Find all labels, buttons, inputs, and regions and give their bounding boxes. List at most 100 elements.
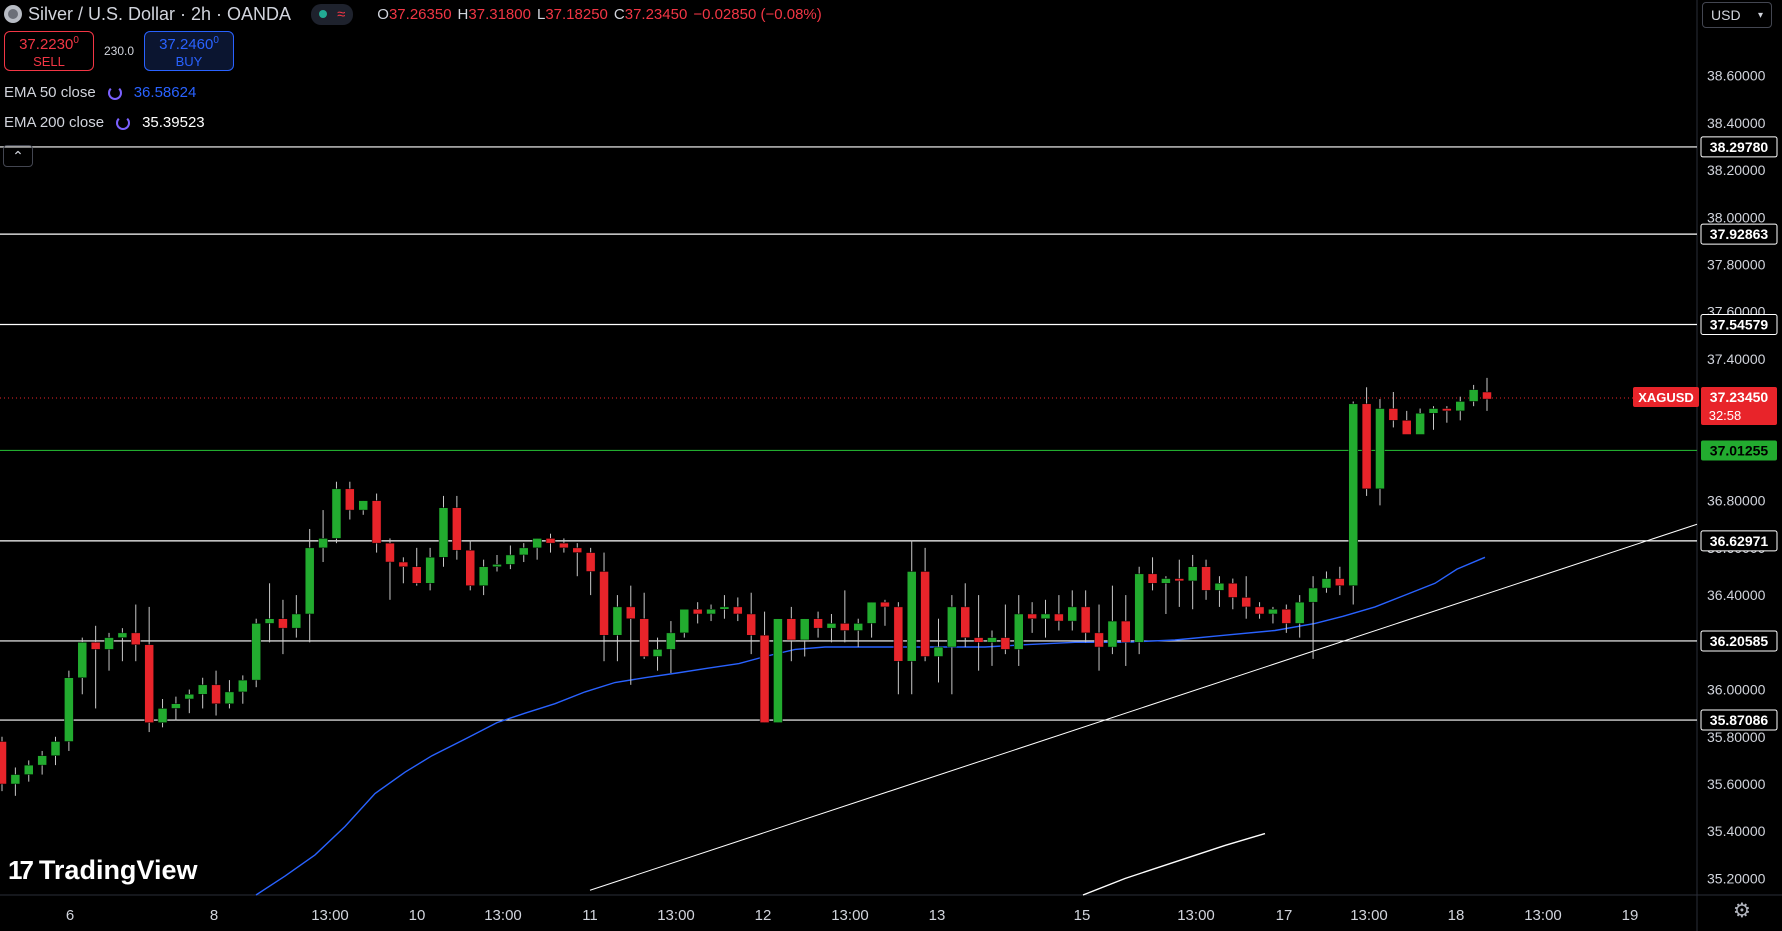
- candle-body[interactable]: [585, 552, 596, 572]
- currency-selector[interactable]: USD ▾: [1702, 2, 1772, 28]
- candle-body[interactable]: [37, 755, 47, 766]
- candle-body[interactable]: [1134, 573, 1144, 643]
- candle-body[interactable]: [1361, 403, 1372, 490]
- tradingview-logo[interactable]: 17 TradingView: [8, 855, 197, 886]
- candle-body[interactable]: [264, 618, 275, 624]
- candle-body[interactable]: [532, 538, 542, 549]
- candle-body[interactable]: [1027, 613, 1037, 619]
- candle-body[interactable]: [171, 703, 181, 709]
- candle-body[interactable]: [1348, 403, 1358, 586]
- candle-body[interactable]: [1147, 573, 1158, 584]
- candle-body[interactable]: [666, 632, 676, 650]
- candle-body[interactable]: [1040, 613, 1051, 619]
- candle-body[interactable]: [652, 649, 663, 657]
- candle-body[interactable]: [0, 741, 7, 785]
- candle-body[interactable]: [211, 684, 221, 704]
- candle-body[interactable]: [117, 632, 128, 638]
- candle-body[interactable]: [1428, 408, 1439, 414]
- candle-body[interactable]: [24, 764, 34, 775]
- candle-body[interactable]: [452, 507, 462, 551]
- candle-body[interactable]: [358, 500, 368, 511]
- candle-body[interactable]: [1054, 613, 1064, 622]
- candle-body[interactable]: [933, 646, 944, 657]
- candle-body[interactable]: [973, 637, 984, 643]
- candle-body[interactable]: [813, 618, 823, 629]
- settings-gear-icon[interactable]: ⚙: [1731, 900, 1753, 922]
- candle-body[interactable]: [746, 613, 756, 636]
- candle-body[interactable]: [1308, 587, 1318, 603]
- candle-body[interactable]: [304, 547, 315, 615]
- candle-body[interactable]: [733, 606, 743, 615]
- candle-body[interactable]: [425, 557, 435, 584]
- candle-body[interactable]: [278, 618, 288, 629]
- candle-body[interactable]: [64, 677, 74, 742]
- candle-body[interactable]: [840, 623, 850, 631]
- candle-body[interactable]: [1094, 632, 1104, 648]
- candle-body[interactable]: [197, 684, 208, 695]
- candle-body[interactable]: [773, 618, 783, 723]
- candle-body[interactable]: [1335, 578, 1345, 586]
- candle-body[interactable]: [1455, 401, 1465, 412]
- candle-body[interactable]: [1388, 408, 1399, 421]
- candle-body[interactable]: [853, 623, 863, 631]
- candle-body[interactable]: [987, 637, 997, 643]
- candle-body[interactable]: [104, 637, 114, 650]
- candle-body[interactable]: [318, 538, 328, 549]
- candle-body[interactable]: [184, 694, 195, 700]
- candle-body[interactable]: [331, 488, 342, 539]
- market-status[interactable]: ≈: [311, 3, 354, 25]
- candle-body[interactable]: [1401, 420, 1412, 435]
- candle-body[interactable]: [639, 618, 649, 657]
- symbol-title[interactable]: Silver / U.S. Dollar · 2h · OANDA: [28, 4, 291, 25]
- candle-body[interactable]: [1080, 606, 1091, 634]
- candle-body[interactable]: [1121, 620, 1131, 643]
- candle-body[interactable]: [572, 547, 583, 553]
- candle-body[interactable]: [559, 542, 569, 549]
- candle-body[interactable]: [1067, 606, 1078, 622]
- candle-body[interactable]: [519, 547, 529, 556]
- candle-body[interactable]: [1281, 609, 1292, 624]
- candle-body[interactable]: [826, 623, 837, 629]
- candle-body[interactable]: [371, 500, 382, 544]
- candle-body[interactable]: [880, 601, 890, 608]
- candle-body[interactable]: [144, 644, 154, 723]
- candle-body[interactable]: [157, 708, 168, 723]
- candle-body[interactable]: [505, 554, 516, 565]
- candle-body[interactable]: [692, 609, 703, 615]
- candle-body[interactable]: [1174, 578, 1185, 582]
- candle-body[interactable]: [224, 691, 235, 704]
- candle-body[interactable]: [478, 566, 489, 586]
- candle-body[interactable]: [345, 488, 355, 511]
- candle-body[interactable]: [1442, 408, 1452, 412]
- candle-body[interactable]: [10, 774, 21, 785]
- candle-body[interactable]: [947, 606, 957, 648]
- candle-body[interactable]: [492, 564, 502, 568]
- candle-body[interactable]: [920, 571, 930, 657]
- candle-body[interactable]: [1107, 620, 1118, 648]
- candle-body[interactable]: [786, 618, 797, 641]
- price-chart[interactable]: 38.60000 38.40000 38.20000 38.00000 37.80000…: [0, 0, 1782, 931]
- candle-body[interactable]: [706, 609, 716, 615]
- candle-body[interactable]: [1214, 583, 1225, 591]
- candle-body[interactable]: [251, 623, 261, 681]
- candle-body[interactable]: [465, 549, 475, 586]
- candle-body[interactable]: [1294, 601, 1305, 624]
- candle-body[interactable]: [599, 571, 609, 636]
- sell-button[interactable]: 37.22300 SELL: [4, 31, 94, 71]
- candle-body[interactable]: [291, 613, 302, 629]
- candle-body[interactable]: [1482, 391, 1492, 400]
- candle-body[interactable]: [1375, 408, 1385, 490]
- candle-body[interactable]: [799, 618, 810, 641]
- indicator-ema50[interactable]: EMA 50 close 36.58624: [4, 84, 196, 101]
- candle-body[interactable]: [1201, 566, 1211, 591]
- buy-button[interactable]: 37.24600 BUY: [144, 31, 234, 71]
- candle-body[interactable]: [1187, 566, 1198, 582]
- candle-body[interactable]: [1241, 597, 1251, 608]
- candle-body[interactable]: [438, 507, 449, 558]
- candle-body[interactable]: [77, 642, 88, 678]
- candle-body[interactable]: [1268, 609, 1278, 615]
- candle-body[interactable]: [893, 606, 904, 662]
- candle-body[interactable]: [960, 606, 970, 638]
- candle-body[interactable]: [545, 538, 556, 544]
- symbol-header[interactable]: Silver / U.S. Dollar · 2h · OANDA ≈ O37.…: [4, 2, 822, 26]
